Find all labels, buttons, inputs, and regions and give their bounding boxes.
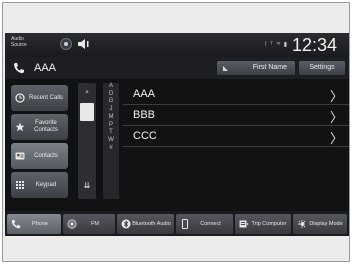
alpha-index-item[interactable]: W (103, 137, 119, 145)
contact-row[interactable]: AAA 〉 (123, 85, 349, 105)
tab-trip-computer[interactable]: Trip Computer (235, 214, 291, 234)
tab-label: Connect (200, 221, 221, 227)
contact-row-name: CCC (133, 130, 157, 142)
sort-first-name-button[interactable]: First Name (217, 61, 295, 75)
menu-item-contacts[interactable]: Contacts (11, 143, 68, 169)
scroll-thumb[interactable] (80, 103, 94, 121)
scroll-down-icon[interactable]: ⇊ (81, 179, 93, 193)
menu-item-label: Favorite Contacts (34, 120, 58, 133)
phone-icon (14, 63, 24, 74)
active-contact-name: AAA (34, 62, 57, 74)
display-icon (298, 220, 306, 228)
contact-card-icon (15, 152, 25, 160)
alpha-index-item[interactable]: P (103, 122, 119, 130)
source-icon[interactable] (60, 38, 72, 50)
source-bar: Phone FM Bluetooth Audio Connect Trip Co… (5, 211, 349, 236)
infotainment-screen: Audio Source ! ᵀ ᵐ ▮ 12:34 AAA First Nam… (5, 33, 349, 236)
tab-connect[interactable]: Connect (176, 214, 233, 234)
tab-label: FM (91, 221, 99, 227)
tab-label: Trip Computer (251, 221, 287, 227)
menu-item-favorite-contacts[interactable]: Favorite Contacts (11, 114, 68, 140)
tab-phone[interactable]: Phone (7, 214, 61, 234)
contact-row[interactable]: CCC 〉 (123, 127, 349, 147)
bluetooth-icon (121, 219, 131, 229)
phone-icon (11, 219, 21, 229)
alpha-index-item[interactable]: T (103, 129, 119, 137)
status-icons: ! ᵀ ᵐ ▮ (265, 42, 289, 48)
star-icon (15, 122, 25, 132)
clock-icon (15, 93, 25, 103)
phone-header: AAA First Name Settings (5, 57, 349, 79)
tab-label: Phone (32, 221, 48, 227)
chevron-right-icon: 〉 (329, 89, 343, 104)
tab-display-mode[interactable]: Display Mode (293, 214, 347, 234)
contact-row[interactable]: BBB 〉 (123, 106, 349, 126)
smartphone-icon (182, 219, 188, 229)
alpha-index-item[interactable]: G (103, 98, 119, 106)
sort-icon (223, 66, 228, 71)
alpha-index-item[interactable]: A (103, 83, 119, 91)
menu-item-label: Recent Calls (28, 94, 63, 101)
alphabet-index[interactable]: A D G J M P T W # (103, 83, 119, 199)
menu-item-label: Keypad (35, 181, 57, 188)
tab-fm[interactable]: FM (63, 214, 115, 234)
menu-item-keypad[interactable]: Keypad (11, 172, 68, 198)
alpha-index-item[interactable]: J (103, 106, 119, 114)
scroll-up-icon[interactable]: ▲ (81, 88, 93, 96)
tab-label: Display Mode (309, 221, 343, 227)
alpha-index-item[interactable]: # (103, 145, 119, 153)
contact-row-name: AAA (133, 88, 156, 100)
settings-button[interactable]: Settings (299, 61, 345, 75)
tab-bluetooth-audio[interactable]: Bluetooth Audio (117, 214, 174, 234)
phone-menu: Recent Calls Favorite Contacts Contacts (7, 83, 69, 201)
clock: 12:34 (292, 35, 338, 55)
chevron-right-icon: 〉 (329, 131, 343, 146)
alpha-index-item[interactable]: D (103, 91, 119, 99)
keypad-icon (16, 181, 24, 189)
alpha-index-item[interactable]: M (103, 114, 119, 122)
page-frame: Audio Source ! ᵀ ᵐ ▮ 12:34 AAA First Nam… (2, 2, 350, 262)
contact-row-name: BBB (133, 109, 156, 121)
audio-source-button[interactable]: Audio Source (11, 36, 41, 48)
menu-item-recent-calls[interactable]: Recent Calls (11, 85, 68, 111)
radio-icon (67, 219, 77, 229)
sort-first-name-label: First Name (252, 64, 287, 71)
menu-item-label: Contacts (34, 152, 58, 159)
status-bar: Audio Source ! ᵀ ᵐ ▮ 12:34 (5, 33, 349, 57)
trip-icon (239, 220, 249, 228)
chevron-right-icon: 〉 (329, 110, 343, 125)
tab-label: Bluetooth Audio (132, 221, 171, 227)
volume-icon[interactable] (77, 38, 91, 50)
